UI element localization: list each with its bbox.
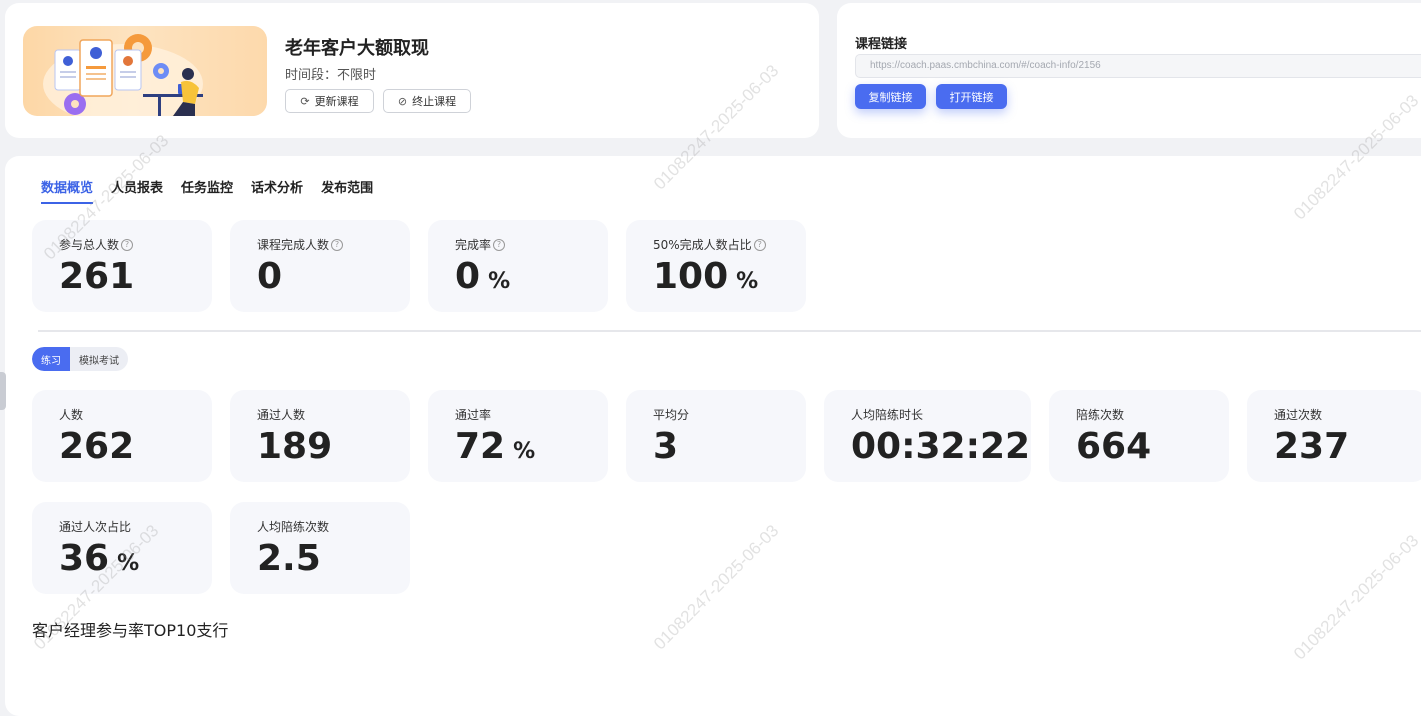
stat-value: 261 bbox=[59, 256, 135, 297]
tab-staff-report[interactable]: 人员报表 bbox=[111, 177, 163, 204]
mode-segmented-control: 练习 模拟考试 bbox=[32, 347, 128, 371]
segment-practice[interactable]: 练习 bbox=[32, 347, 70, 371]
stat-unit: % bbox=[513, 439, 536, 464]
top10-branch-section-title: 客户经理参与率TOP10支行 bbox=[32, 621, 229, 640]
stat-unit: % bbox=[117, 551, 140, 576]
stat-label: 通过人次占比 bbox=[59, 520, 132, 534]
stat-card-completion-rate: 完成率? 0% bbox=[428, 220, 608, 312]
stat-label: 人均陪练次数 bbox=[257, 520, 330, 534]
stat-label: 人均陪练时长 bbox=[851, 408, 924, 422]
stat-card-pass-attempt-ratio: 通过人次占比 36% bbox=[32, 502, 212, 594]
stat-card-average-score: 平均分 3 bbox=[626, 390, 806, 482]
stat-label: 通过次数 bbox=[1274, 408, 1323, 422]
stat-card-practice-count: 陪练次数 664 bbox=[1049, 390, 1229, 482]
ban-icon: ⊘ bbox=[397, 94, 408, 108]
stat-value: 262 bbox=[59, 426, 135, 467]
help-icon[interactable]: ? bbox=[493, 238, 506, 251]
stat-card-completed-count: 课程完成人数? 0 bbox=[230, 220, 410, 312]
stat-label: 50%完成人数占比 bbox=[653, 238, 752, 252]
stat-label: 平均分 bbox=[653, 408, 690, 422]
sidebar-collapse-handle[interactable] bbox=[0, 372, 6, 410]
stat-label: 参与总人数 bbox=[59, 238, 120, 252]
main-panel: 数据概览 人员报表 任务监控 话术分析 发布范围 参与总人数? 261 课程完成… bbox=[5, 156, 1421, 716]
stop-course-button[interactable]: ⊘ 终止课程 bbox=[383, 89, 471, 113]
stat-card-pass-rate: 通过率 72% bbox=[428, 390, 608, 482]
stat-value: 72 bbox=[455, 426, 506, 467]
stat-value: 100 bbox=[653, 256, 729, 297]
stat-label: 陪练次数 bbox=[1076, 408, 1125, 422]
stat-card-total-participants: 参与总人数? 261 bbox=[32, 220, 212, 312]
stat-value: 0 bbox=[257, 256, 283, 297]
course-title: 老年客户大额取现 bbox=[285, 38, 429, 59]
stat-unit: % bbox=[488, 269, 511, 294]
stat-label: 课程完成人数 bbox=[257, 238, 330, 252]
section-divider bbox=[38, 330, 1421, 332]
stat-card-avg-practice-duration: 人均陪练时长 00:32:22 bbox=[824, 390, 1031, 482]
stat-value: 189 bbox=[257, 426, 333, 467]
stat-card-avg-practice-count: 人均陪练次数 2.5 bbox=[230, 502, 410, 594]
stat-unit: % bbox=[736, 269, 759, 294]
course-link-card: 课程链接 https://coach.paas.cmbchina.com/#/c… bbox=[837, 3, 1421, 138]
help-icon[interactable]: ? bbox=[121, 238, 134, 251]
stat-card-people: 人数 262 bbox=[32, 390, 212, 482]
tab-bar: 数据概览 人员报表 任务监控 话术分析 发布范围 bbox=[41, 177, 373, 204]
stat-label: 通过人数 bbox=[257, 408, 306, 422]
stat-label: 通过率 bbox=[455, 408, 492, 422]
tab-data-overview[interactable]: 数据概览 bbox=[41, 177, 94, 204]
course-card: 老年客户大额取现 时间段：不限时 ⟳ 更新课程 ⊘ 终止课程 bbox=[5, 3, 819, 138]
segment-mock-exam[interactable]: 模拟考试 bbox=[70, 347, 128, 371]
course-illustration bbox=[23, 26, 267, 116]
tab-task-monitor[interactable]: 任务监控 bbox=[181, 177, 233, 204]
stat-value: 664 bbox=[1076, 426, 1152, 467]
course-link-field[interactable]: https://coach.paas.cmbchina.com/#/coach-… bbox=[855, 54, 1421, 78]
stat-value: 3 bbox=[653, 426, 679, 467]
refresh-course-label: 更新课程 bbox=[314, 95, 359, 108]
copy-link-button[interactable]: 复制链接 bbox=[855, 84, 926, 109]
course-period: 时间段：不限时 bbox=[285, 68, 377, 83]
stat-label: 人数 bbox=[59, 408, 84, 422]
stat-label: 完成率 bbox=[455, 238, 492, 252]
tab-publish-scope[interactable]: 发布范围 bbox=[321, 177, 373, 204]
stat-value: 237 bbox=[1274, 426, 1350, 467]
help-icon[interactable]: ? bbox=[753, 238, 766, 251]
stat-card-half-completion-ratio: 50%完成人数占比? 100% bbox=[626, 220, 806, 312]
help-icon[interactable]: ? bbox=[331, 238, 344, 251]
stat-card-passed-people: 通过人数 189 bbox=[230, 390, 410, 482]
stat-value: 0 bbox=[455, 256, 481, 297]
refresh-icon: ⟳ bbox=[300, 94, 310, 108]
open-link-button[interactable]: 打开链接 bbox=[936, 84, 1007, 109]
stat-value: 36 bbox=[59, 538, 110, 579]
course-illustration-graphic bbox=[43, 34, 203, 116]
stat-value: 2.5 bbox=[257, 538, 321, 579]
stop-course-label: 终止课程 bbox=[412, 95, 457, 108]
stat-value: 00:32:22 bbox=[851, 426, 1031, 467]
tab-script-analysis[interactable]: 话术分析 bbox=[251, 177, 303, 204]
refresh-course-button[interactable]: ⟳ 更新课程 bbox=[285, 89, 374, 113]
course-link-label: 课程链接 bbox=[855, 37, 908, 52]
stat-card-pass-count: 通过次数 237 bbox=[1247, 390, 1421, 482]
